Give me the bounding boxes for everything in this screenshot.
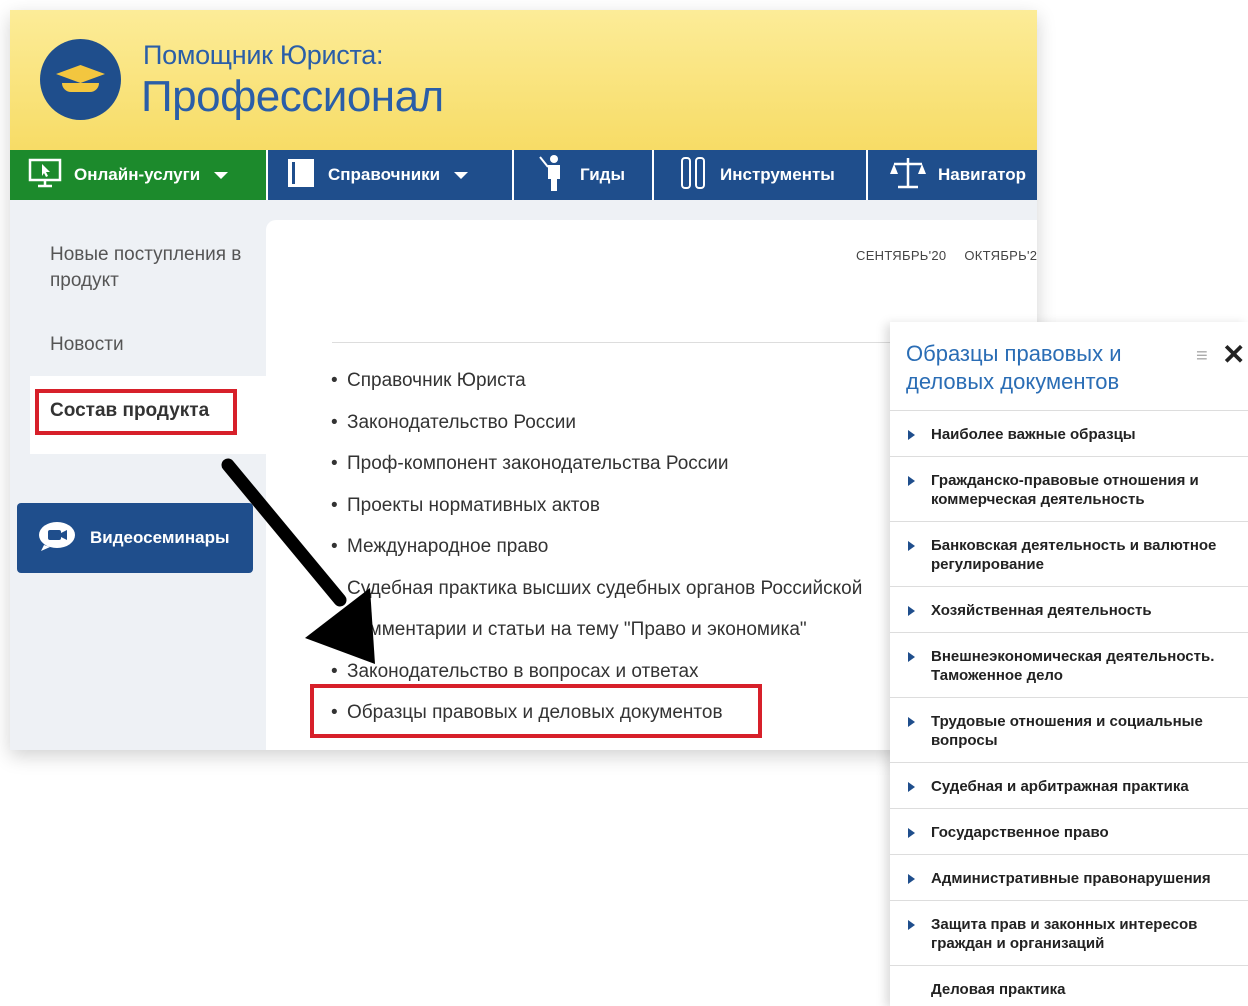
nav-guides[interactable]: Гиды <box>514 150 654 200</box>
chevron-down-icon <box>214 171 229 179</box>
hamburger-icon[interactable]: ≡ <box>1196 345 1208 368</box>
sidebar-item-label: Состав продукта <box>50 400 210 421</box>
list-item[interactable]: Судебная и арбитражная практика <box>890 763 1248 809</box>
list-item[interactable]: • Судебная практика высших судебных орган… <box>331 578 862 620</box>
guide-person-icon <box>538 153 568 198</box>
list-item[interactable]: Банковская деятельность и валютное регул… <box>890 522 1248 587</box>
sidebar-item-news[interactable]: Новости <box>50 332 124 358</box>
sidebar-item-new-items[interactable]: Новые поступления в продукт <box>50 242 250 294</box>
nav-navigator[interactable]: Навигатор <box>868 150 1037 200</box>
triangle-right-icon <box>908 782 915 792</box>
month-tab[interactable]: СЕНТЯБРЬ'20 <box>856 248 946 263</box>
list-item[interactable]: • Справочник Юриста <box>331 370 862 412</box>
triangle-right-icon <box>908 652 915 662</box>
nav-label: Инструменты <box>720 165 835 184</box>
book-icon <box>286 157 316 194</box>
list-item[interactable]: Государственное право <box>890 809 1248 855</box>
chevron-down-icon <box>454 171 469 179</box>
list-item[interactable]: • Проекты нормативных актов <box>331 495 862 537</box>
video-seminars-button[interactable]: Видеосеминары <box>17 503 253 573</box>
triangle-right-icon <box>908 476 915 486</box>
app-title: Профессионал <box>141 72 444 121</box>
list-item[interactable]: Защита прав и законных интересов граждан… <box>890 901 1248 966</box>
list-item[interactable]: Наиболее важные образцы <box>890 411 1248 457</box>
nav-label: Справочники <box>328 165 441 184</box>
triangle-right-icon <box>908 606 915 616</box>
documents-panel: Образцы правовых и деловых документов ≡ … <box>890 322 1248 1006</box>
nav-tools[interactable]: Инструменты <box>654 150 868 200</box>
divider <box>332 342 932 343</box>
triangle-right-icon <box>908 920 915 930</box>
list-item[interactable]: • Проф-компонент законодательства России <box>331 453 862 495</box>
triangle-right-icon <box>908 541 915 551</box>
triangle-right-icon <box>908 828 915 838</box>
list-item[interactable]: Хозяйственная деятельность <box>890 587 1248 633</box>
month-tabs: СЕНТЯБРЬ'20 ОКТЯБРЬ'2 <box>856 248 1037 263</box>
app-header: Помощник Юриста: Профессионал <box>10 10 1037 150</box>
nav-label: Гиды <box>580 165 625 184</box>
sidebar: Новые поступления в продукт Новости Сост… <box>10 200 266 750</box>
video-seminars-label: Видеосеминары <box>90 528 230 547</box>
list-item[interactable]: Административные правонарушения <box>890 855 1248 901</box>
triangle-right-icon <box>908 717 915 727</box>
panel-title: Образцы правовых и деловых документов <box>906 341 1122 394</box>
month-tab[interactable]: ОКТЯБРЬ'2 <box>964 248 1037 263</box>
list-item[interactable]: • Законодательство России <box>331 412 862 454</box>
triangle-right-icon <box>908 874 915 884</box>
list-item[interactable]: Внешнеэкономическая деятельность. Таможе… <box>890 633 1248 698</box>
main-nav: Онлайн-услуги Справочники Гиды Инструмен… <box>10 150 1037 200</box>
list-item[interactable]: • Комментарии и статьи на тему "Право и э… <box>331 619 862 661</box>
screen-cursor-icon <box>28 158 62 193</box>
list-item[interactable]: Гражданско-правовые отношения и коммерче… <box>890 457 1248 522</box>
list-item[interactable]: • Международное право <box>331 536 862 578</box>
app-subtitle: Помощник Юриста: <box>143 40 384 70</box>
panel-category-list: Наиболее важные образцы Гражданско-право… <box>890 410 1248 1006</box>
nav-online-services[interactable]: Онлайн-услуги <box>10 150 268 200</box>
list-item[interactable]: Трудовые отношения и социальные вопросы <box>890 698 1248 763</box>
nav-label: Навигатор <box>938 165 1027 184</box>
close-icon[interactable]: ✕ <box>1222 338 1245 371</box>
list-item[interactable]: Деловая практика <box>890 966 1248 1006</box>
scales-icon <box>890 155 926 196</box>
nav-label: Онлайн-услуги <box>74 165 201 184</box>
app-window: Помощник Юриста: Профессионал Онлайн-усл… <box>10 10 1037 750</box>
tools-icon <box>678 156 708 195</box>
nav-reference-books[interactable]: Справочники <box>268 150 514 200</box>
triangle-right-icon <box>908 430 915 440</box>
video-chat-icon <box>17 521 90 556</box>
graduation-cap-logo-icon <box>40 39 121 120</box>
highlight-box <box>310 684 762 738</box>
